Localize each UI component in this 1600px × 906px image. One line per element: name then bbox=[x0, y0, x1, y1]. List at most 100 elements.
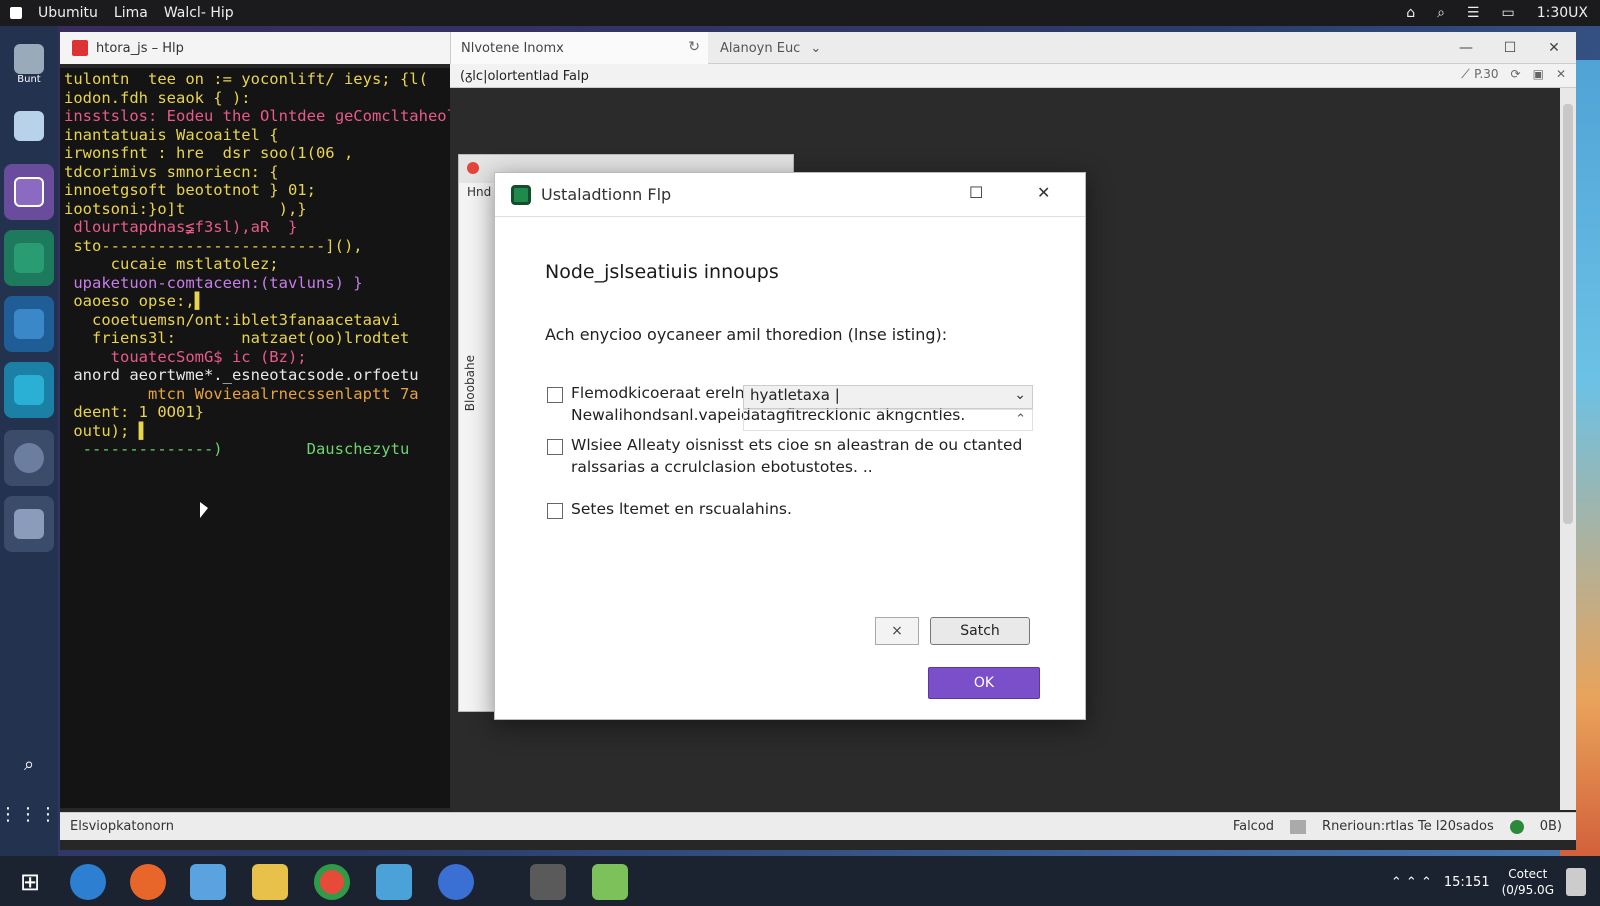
tab-browser[interactable]: Nlvotene Inomx ↻ bbox=[450, 32, 708, 64]
home-dock-icon bbox=[14, 177, 44, 207]
notification-icon[interactable] bbox=[1566, 868, 1586, 896]
code-line[interactable]: cucaie mstlatolez; bbox=[64, 255, 446, 274]
system-logo-icon[interactable] bbox=[10, 7, 22, 19]
code-line[interactable]: iootsoni:}o]t ),} bbox=[64, 200, 446, 219]
ubuntu-browser-icon[interactable] bbox=[438, 864, 474, 900]
dialog-heading: Node_jslseatiuis innoups bbox=[545, 261, 779, 283]
chat-icon[interactable]: ▭ bbox=[1501, 5, 1514, 21]
dock-item-chat[interactable] bbox=[4, 362, 54, 418]
code-line[interactable]: cooetuemsn/ont:iblet3fanaacetaavi bbox=[64, 311, 446, 330]
dialog-close-icon[interactable]: ✕ bbox=[1037, 183, 1050, 202]
status-info[interactable]: Rnerioun:rtlas Te l20sados bbox=[1322, 819, 1494, 834]
dock-item-home[interactable] bbox=[4, 164, 54, 220]
chevron-down-icon[interactable]: ⌄ bbox=[810, 41, 821, 56]
status-mode[interactable]: Falcod bbox=[1233, 819, 1274, 834]
extension-icon[interactable]: ▣ bbox=[1533, 67, 1544, 81]
code-line[interactable]: insstslos: Eodeu the Olntdee ɡeComcltahe… bbox=[64, 107, 450, 126]
firefox-icon[interactable] bbox=[130, 864, 166, 900]
tab-third[interactable]: Alanoyn Euc ⌄ bbox=[720, 32, 821, 64]
search-dock-icon bbox=[14, 443, 44, 473]
code-line[interactable]: irwonsfnt : hre dsr soo(1(06 , bbox=[64, 144, 446, 163]
code-line[interactable]: iodon.fdh seaok { ): bbox=[64, 89, 446, 108]
clock-bottom: (0/95.0G bbox=[1501, 883, 1554, 897]
store-icon[interactable] bbox=[376, 864, 412, 900]
code-line[interactable]: tdcorimivs smnoriecn: { bbox=[64, 163, 446, 182]
code-line[interactable]: inantatuais Wacoaitel { bbox=[64, 126, 446, 145]
address-tools[interactable]: ̸ P.30 bbox=[1470, 67, 1498, 81]
tab-editor[interactable]: htora_js – Hlp bbox=[60, 32, 450, 64]
tab-third-title: Alanoyn Euc bbox=[720, 40, 801, 56]
top-bar: Ubumitu Lima Walcl- Hip ⌂ ⌕ ☰ ▭ 1:30UX bbox=[0, 0, 1600, 26]
dock-item-apps[interactable]: ⋮⋮⋮ bbox=[0, 786, 57, 842]
code-line[interactable]: dlourtapdnas≨f3sl),aR } bbox=[64, 218, 446, 237]
refresh-icon[interactable]: ⟳ bbox=[1511, 67, 1521, 81]
dock-item-files[interactable] bbox=[4, 98, 54, 154]
menu-item-watch[interactable]: Walcl- Hip bbox=[164, 5, 234, 21]
dialog-select-button[interactable]: Satch bbox=[930, 617, 1030, 645]
dialog-cancel-button[interactable]: × bbox=[875, 617, 919, 645]
maximize-icon[interactable]: ☐ bbox=[1488, 32, 1532, 64]
dock-item-window[interactable] bbox=[4, 496, 54, 552]
code-line[interactable]: sto------------------------](), bbox=[64, 237, 446, 256]
option1-subinput[interactable]: ⌃ bbox=[743, 409, 1033, 431]
apps-grid-icon: ⋮⋮⋮ bbox=[0, 803, 59, 825]
option3-checkbox[interactable] bbox=[547, 503, 563, 519]
minimize-icon[interactable]: — bbox=[1444, 32, 1488, 64]
code-editor[interactable]: tulontn tee on := yoconlift/ ieys; {l(io… bbox=[60, 68, 450, 808]
panel-icon[interactable] bbox=[1290, 819, 1307, 834]
reload-icon[interactable]: ↻ bbox=[688, 39, 700, 55]
code-line[interactable]: tulontn tee on := yoconlift/ ieys; {l( bbox=[64, 70, 446, 89]
file-manager-icon[interactable] bbox=[190, 864, 226, 900]
option1-select-value: hyatletaxa | bbox=[750, 386, 840, 404]
window-icon bbox=[14, 509, 44, 539]
code-line[interactable]: outu); ▌ bbox=[64, 422, 446, 441]
code-line[interactable]: friens3l: natzaet(oo)lrodtet bbox=[64, 329, 446, 348]
code-line[interactable]: upaketuon-comtaceen:(tavluns) } bbox=[64, 274, 446, 293]
chrome-icon[interactable] bbox=[314, 864, 350, 900]
menu-icon[interactable]: ☰ bbox=[1467, 5, 1480, 21]
mail-icon[interactable] bbox=[592, 864, 628, 900]
code-line[interactable]: innoetgsoft beototnot } 01; bbox=[64, 181, 446, 200]
close-tab-icon[interactable]: ✕ bbox=[1556, 67, 1566, 81]
close-icon[interactable]: ✕ bbox=[1532, 32, 1576, 64]
dock-item-tools[interactable] bbox=[4, 230, 54, 286]
menu-item-lima[interactable]: Lima bbox=[114, 5, 148, 21]
close-dot-icon[interactable] bbox=[467, 162, 479, 174]
files-icon bbox=[14, 111, 44, 141]
option1-checkbox[interactable] bbox=[547, 387, 563, 403]
code-line[interactable]: oaoeso opse:,▌ bbox=[64, 292, 446, 311]
dock-item-search[interactable] bbox=[4, 430, 54, 486]
start-icon[interactable]: ⊞ bbox=[12, 864, 48, 900]
scroll-thumb[interactable] bbox=[1563, 104, 1573, 524]
node-app-icon bbox=[511, 184, 531, 205]
code-line[interactable]: mtcn Wovieaalrnecssenlaptt 7a bbox=[64, 385, 446, 404]
status-left: Elsviopkatonorn bbox=[70, 819, 174, 834]
taskbar: ⊞ ⌃ ⌃ ⌃ 15:151 Cotect (0/95.0G bbox=[0, 856, 1600, 906]
home-icon[interactable]: ⌂ bbox=[1406, 5, 1415, 21]
option2-label: Wlsiee Alleaty oisnisst ets cioe sn alea… bbox=[571, 436, 1023, 454]
code-line[interactable]: --------------) Dauschezytu bbox=[64, 440, 446, 459]
address-text: (ᵹlc|olortentlad Falp bbox=[460, 68, 589, 84]
top-clock[interactable]: 1:30UX bbox=[1537, 5, 1588, 21]
address-bar[interactable]: (ᵹlc|olortentlad Falp ̸ P.30 ⟳ ▣ ✕ bbox=[450, 64, 1576, 88]
option2-checkbox[interactable] bbox=[547, 439, 563, 455]
dock-item-trash[interactable]: Bunt bbox=[4, 36, 54, 92]
dialog-maximize-icon[interactable]: ☐ bbox=[969, 183, 983, 202]
search-icon[interactable]: ⌕ bbox=[1437, 5, 1445, 21]
chat-dock-icon bbox=[14, 375, 44, 405]
option1-label: Flemodkicoeraat ereln bbox=[571, 384, 745, 402]
taskbar-time[interactable]: 15:151 bbox=[1444, 875, 1490, 890]
menu-item-app[interactable]: Ubumitu bbox=[38, 5, 98, 21]
code-line[interactable]: anord aeortwme*._esneotacsode.orfoetu bbox=[64, 366, 446, 385]
code-line[interactable]: touatecSomG$ ic (Bz); bbox=[64, 348, 446, 367]
dock-item-notes[interactable] bbox=[4, 296, 54, 352]
dock-item-find[interactable]: ⌕ bbox=[4, 736, 54, 792]
dialog-ok-button[interactable]: OK bbox=[928, 667, 1040, 699]
taskbar-clock[interactable]: Cotect (0/95.0G bbox=[1502, 866, 1554, 898]
tray-up-icon[interactable]: ⌃ ⌃ ⌃ bbox=[1391, 875, 1432, 890]
camera-icon[interactable] bbox=[530, 864, 566, 900]
preview-scrollbar[interactable] bbox=[1560, 88, 1576, 810]
code-line[interactable]: deent: 1 0O01} bbox=[64, 403, 446, 422]
folder-icon[interactable] bbox=[252, 864, 288, 900]
browser-ie-icon[interactable] bbox=[70, 864, 106, 900]
